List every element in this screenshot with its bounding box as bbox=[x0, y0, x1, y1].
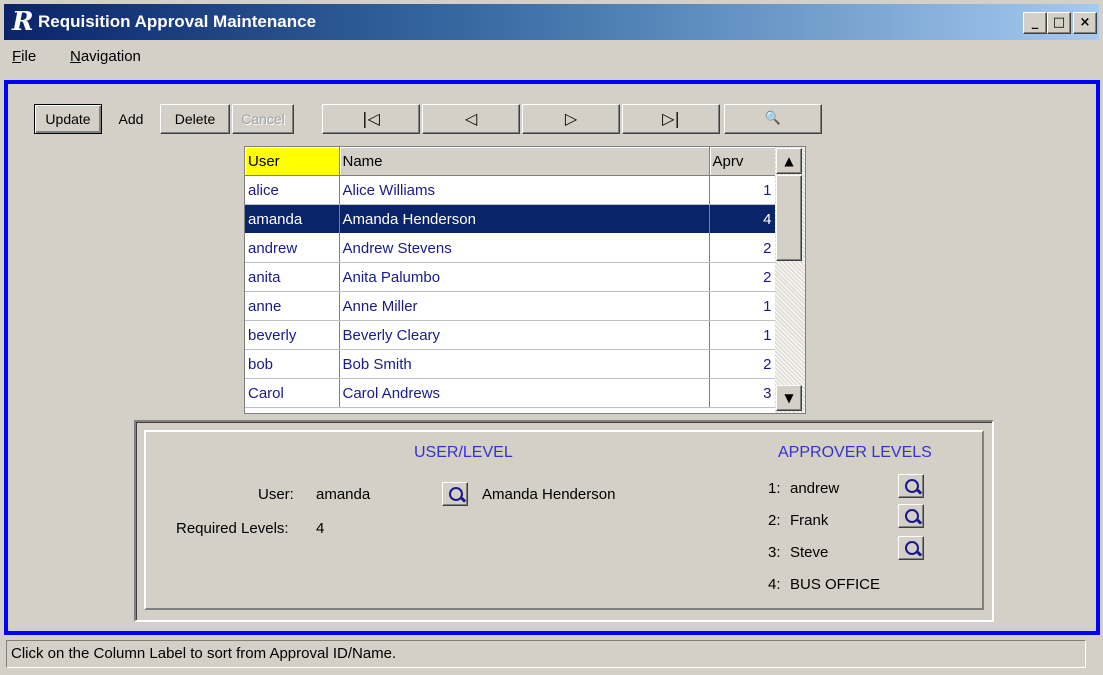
find-binoculars-icon[interactable]: 🔍 bbox=[724, 104, 822, 134]
approver-3-search-icon[interactable] bbox=[898, 536, 924, 560]
prev-record-button[interactable]: ◁ bbox=[422, 104, 520, 134]
cell-aprv: 4 bbox=[709, 204, 776, 234]
cell-user: amanda bbox=[245, 204, 340, 234]
column-header-aprv[interactable]: Aprv bbox=[709, 147, 776, 176]
minimize-button[interactable]: _ bbox=[1023, 12, 1047, 34]
cell-user: alice bbox=[245, 175, 340, 205]
approver-2-name: Frank bbox=[790, 512, 829, 529]
approver-3-level: 3: bbox=[768, 544, 781, 561]
approver-1-level: 1: bbox=[768, 480, 781, 497]
detail-panel: USER/LEVEL APPROVER LEVELS User: amanda … bbox=[134, 420, 994, 622]
app-logo-icon: R bbox=[12, 7, 34, 37]
menu-file-label: ile bbox=[21, 48, 37, 65]
menu-file-accel: F bbox=[12, 48, 22, 65]
cell-name: Alice Williams bbox=[339, 175, 710, 205]
cell-name: Anita Palumbo bbox=[339, 262, 710, 292]
scroll-down-icon[interactable]: ▼ bbox=[776, 385, 802, 411]
close-button[interactable]: × bbox=[1073, 12, 1097, 34]
cell-name: Carol Andrews bbox=[339, 378, 710, 408]
scroll-thumb[interactable] bbox=[776, 175, 802, 261]
cell-name: Amanda Henderson bbox=[339, 204, 710, 234]
table-row[interactable]: anita Anita Palumbo 2 bbox=[245, 262, 776, 292]
scroll-up-icon[interactable]: ▲ bbox=[776, 148, 802, 174]
user-value: amanda bbox=[316, 486, 371, 503]
required-levels-value: 4 bbox=[316, 520, 325, 537]
approver-levels-title: APPROVER LEVELS bbox=[778, 444, 932, 461]
grid-scrollbar[interactable]: ▲ ▼ bbox=[775, 147, 805, 413]
cell-user: beverly bbox=[245, 320, 340, 350]
cell-name: Bob Smith bbox=[339, 349, 710, 379]
cell-aprv: 1 bbox=[709, 291, 776, 321]
table-row[interactable]: andrew Andrew Stevens 2 bbox=[245, 233, 776, 263]
required-levels-label: Required Levels: bbox=[176, 520, 289, 537]
user-lookup-search-icon[interactable] bbox=[442, 482, 468, 506]
table-row[interactable]: bob Bob Smith 2 bbox=[245, 349, 776, 379]
approver-4-name: BUS OFFICE bbox=[790, 576, 881, 593]
cell-user: anita bbox=[245, 262, 340, 292]
user-level-title: USER/LEVEL bbox=[414, 444, 513, 461]
cell-name: Anne Miller bbox=[339, 291, 710, 321]
user-label: User: bbox=[258, 486, 294, 503]
delete-button[interactable]: Delete bbox=[160, 104, 230, 134]
cell-user: andrew bbox=[245, 233, 340, 263]
last-record-button[interactable]: ▷| bbox=[622, 104, 720, 134]
column-header-name[interactable]: Name bbox=[339, 147, 710, 176]
next-record-button[interactable]: ▷ bbox=[522, 104, 620, 134]
update-button[interactable]: Update bbox=[34, 104, 102, 134]
approver-2-search-icon[interactable] bbox=[898, 504, 924, 528]
table-row[interactable]: alice Alice Williams 1 bbox=[245, 175, 776, 205]
title-bar[interactable]: R Requisition Approval Maintenance _ □ × bbox=[4, 4, 1099, 40]
add-button[interactable]: Add bbox=[106, 104, 156, 134]
app-window: R Requisition Approval Maintenance _ □ ×… bbox=[0, 0, 1103, 675]
cell-aprv: 1 bbox=[709, 320, 776, 350]
approver-3-name: Steve bbox=[790, 544, 829, 561]
status-bar: Click on the Column Label to sort from A… bbox=[6, 640, 1086, 668]
grid-header-row: User Name Aprv bbox=[245, 147, 776, 176]
window-title: Requisition Approval Maintenance bbox=[38, 12, 317, 31]
menu-file[interactable]: File bbox=[12, 48, 36, 65]
content-frame: Update Add Delete Cancel |◁ ◁ ▷ ▷| 🔍 Use… bbox=[4, 80, 1100, 635]
cell-name: Andrew Stevens bbox=[339, 233, 710, 263]
menu-navigation[interactable]: Navigation bbox=[70, 48, 141, 65]
cell-aprv: 3 bbox=[709, 378, 776, 408]
table-row-selected[interactable]: amanda Amanda Henderson 4 bbox=[245, 204, 776, 234]
approver-4-level: 4: bbox=[768, 576, 781, 593]
cell-aprv: 2 bbox=[709, 349, 776, 379]
menu-bar: File Navigation bbox=[4, 42, 1099, 72]
table-row[interactable]: beverly Beverly Cleary 1 bbox=[245, 320, 776, 350]
approver-1-name: andrew bbox=[790, 480, 840, 497]
approver-1-search-icon[interactable] bbox=[898, 474, 924, 498]
approver-2-level: 2: bbox=[768, 512, 781, 529]
cell-name: Beverly Cleary bbox=[339, 320, 710, 350]
column-header-user[interactable]: User bbox=[245, 147, 340, 176]
cell-aprv: 1 bbox=[709, 175, 776, 205]
first-record-button[interactable]: |◁ bbox=[322, 104, 420, 134]
detail-inner-panel: USER/LEVEL APPROVER LEVELS User: amanda … bbox=[144, 430, 984, 610]
cancel-button[interactable]: Cancel bbox=[232, 104, 294, 134]
cell-aprv: 2 bbox=[709, 233, 776, 263]
grid-table: User Name Aprv alice Alice Williams 1 aman… bbox=[245, 147, 776, 408]
menu-navigation-accel: N bbox=[70, 48, 81, 65]
cell-user: Carol bbox=[245, 378, 340, 408]
cell-user: anne bbox=[245, 291, 340, 321]
maximize-button[interactable]: □ bbox=[1047, 12, 1071, 34]
approver-grid: User Name Aprv alice Alice Williams 1 aman… bbox=[244, 146, 806, 414]
cell-user: bob bbox=[245, 349, 340, 379]
menu-navigation-label: avigation bbox=[80, 48, 141, 65]
cell-aprv: 2 bbox=[709, 262, 776, 292]
user-fullname: Amanda Henderson bbox=[482, 486, 616, 503]
table-row[interactable]: Carol Carol Andrews 3 bbox=[245, 378, 776, 408]
table-row[interactable]: anne Anne Miller 1 bbox=[245, 291, 776, 321]
